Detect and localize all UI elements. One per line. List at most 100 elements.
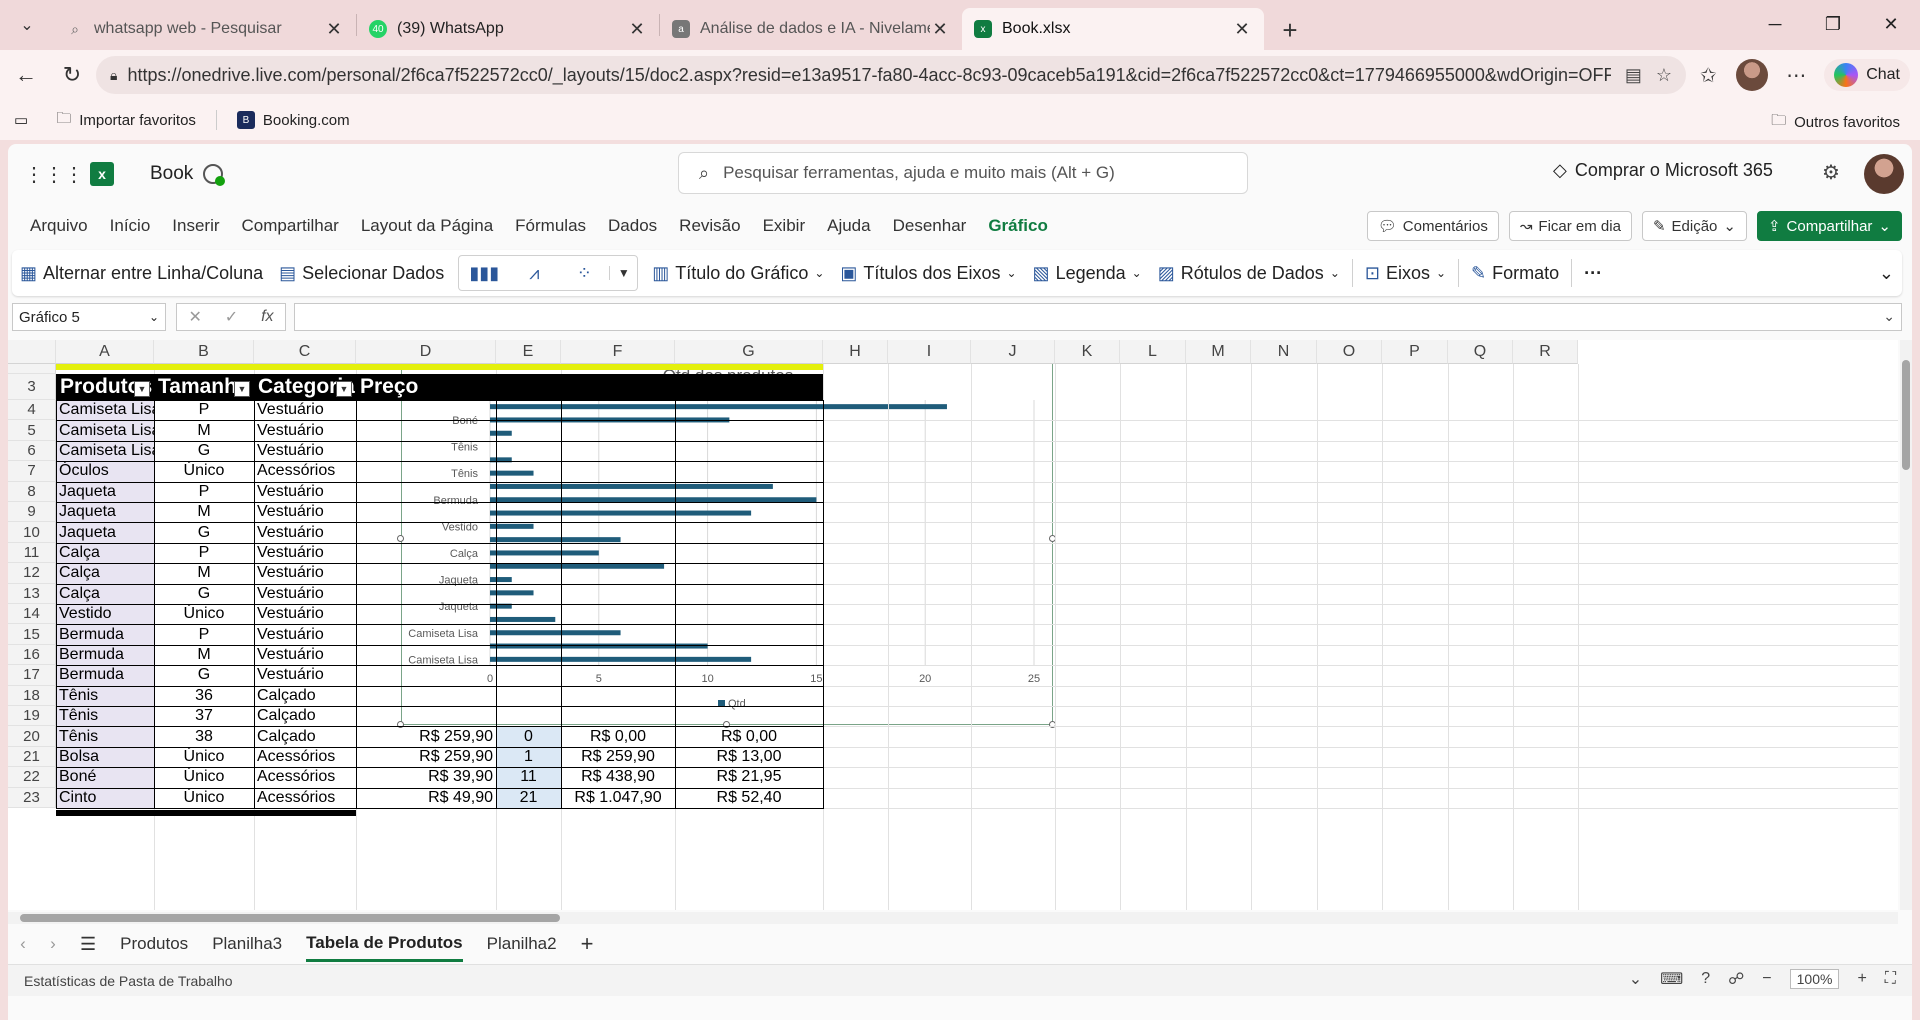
- table-cell[interactable]: M: [154, 420, 254, 440]
- gear-icon[interactable]: ⚙: [1822, 160, 1840, 185]
- table-cell[interactable]: Jaqueta: [56, 522, 154, 543]
- browser-tab-search[interactable]: ⌕ whatsapp web - Pesquisar ✕: [54, 8, 356, 50]
- function-icon[interactable]: fx: [261, 308, 273, 326]
- spreadsheet-grid[interactable]: Qtd dos produtos0510152025Camiseta LisaC…: [8, 340, 1898, 910]
- table-cell[interactable]: R$ 0,00: [675, 726, 823, 746]
- column-header[interactable]: E: [496, 340, 561, 364]
- favorite-star-icon[interactable]: ☆: [1656, 65, 1672, 86]
- scroll-thumb[interactable]: [20, 914, 560, 922]
- table-cell[interactable]: R$ 39,90: [356, 767, 496, 787]
- share-button[interactable]: ⇪ Compartilhar ⌄: [1756, 211, 1902, 241]
- tab-actions-icon[interactable]: ▭: [14, 111, 28, 129]
- resize-handle[interactable]: [397, 534, 404, 542]
- chevron-down-icon[interactable]: ⌄: [1629, 969, 1642, 989]
- table-cell[interactable]: Único: [154, 461, 254, 481]
- more-options-button[interactable]: ···: [1576, 263, 1610, 284]
- table-cell[interactable]: G: [154, 665, 254, 685]
- column-header[interactable]: O: [1317, 340, 1382, 364]
- all-sheets-icon[interactable]: ☰: [80, 934, 96, 955]
- table-cell[interactable]: P: [154, 482, 254, 502]
- table-cell[interactable]: Vestuário: [254, 604, 356, 624]
- column-header[interactable]: I: [888, 340, 971, 364]
- chart-title-button[interactable]: ▥ Título do Gráfico ⌄: [644, 263, 832, 284]
- row-header[interactable]: 18: [8, 685, 56, 706]
- tab-actions-menu-icon[interactable]: ⌄: [6, 6, 48, 44]
- column-header[interactable]: F: [561, 340, 675, 364]
- sheet-tab[interactable]: Planilha3: [212, 928, 282, 960]
- row-header[interactable]: 19: [8, 706, 56, 727]
- row-header[interactable]: 6: [8, 440, 56, 462]
- profile-avatar[interactable]: [1736, 59, 1769, 91]
- table-cell[interactable]: Único: [154, 788, 254, 808]
- table-cell[interactable]: Acessórios: [254, 788, 356, 808]
- table-cell[interactable]: Jaqueta: [56, 481, 154, 502]
- table-cell[interactable]: Bermuda: [56, 624, 154, 645]
- cancel-icon[interactable]: ✕: [188, 307, 201, 327]
- favorites-icon[interactable]: ✩: [1694, 63, 1722, 88]
- import-favorites-link[interactable]: 🗀 Importar favoritos: [56, 108, 196, 133]
- excel-logo-icon[interactable]: x: [90, 162, 114, 186]
- menu-item[interactable]: Revisão: [679, 216, 740, 236]
- table-cell[interactable]: R$ 1.047,90: [561, 788, 675, 808]
- table-cell[interactable]: R$ 21,95: [675, 767, 823, 787]
- table-header-cell[interactable]: Produtos ▼: [56, 374, 154, 400]
- data-labels-button[interactable]: ▨ Rótulos de Dados ⌄: [1150, 263, 1348, 284]
- table-cell[interactable]: 36: [154, 686, 254, 706]
- table-cell[interactable]: G: [154, 584, 254, 604]
- editing-button[interactable]: ✎ Edição ⌄: [1641, 211, 1747, 241]
- table-cell[interactable]: 37: [154, 706, 254, 726]
- help-icon[interactable]: ?: [1701, 970, 1710, 988]
- new-tab-icon[interactable]: +: [1270, 10, 1310, 50]
- table-cell[interactable]: Calçado: [254, 726, 356, 746]
- filter-dropdown-icon[interactable]: ▼: [336, 381, 352, 397]
- sheet-tab[interactable]: Produtos: [120, 928, 188, 960]
- table-cell[interactable]: R$ 259,90: [356, 747, 496, 767]
- table-cell[interactable]: G: [154, 441, 254, 461]
- table-cell[interactable]: Acessórios: [254, 767, 356, 787]
- axis-titles-button[interactable]: ▣ Títulos dos Eixos ⌄: [832, 263, 1024, 284]
- keyboard-icon[interactable]: ⌨: [1660, 969, 1683, 989]
- table-cell[interactable]: Calçado: [254, 686, 356, 706]
- table-cell[interactable]: M: [154, 502, 254, 522]
- row-header[interactable]: 23: [8, 787, 56, 808]
- table-header-cell[interactable]: Tamanho ▼: [154, 374, 254, 400]
- row-header[interactable]: 13: [8, 583, 56, 604]
- menu-item[interactable]: Layout da Página: [361, 216, 493, 236]
- booking-link[interactable]: B Booking.com: [236, 111, 350, 129]
- table-cell[interactable]: G: [154, 522, 254, 542]
- next-sheet-icon[interactable]: ›: [38, 934, 68, 954]
- menu-item[interactable]: Arquivo: [30, 216, 88, 236]
- table-cell[interactable]: Camiseta Lisa: [56, 440, 154, 462]
- reading-view-icon[interactable]: ▤: [1625, 65, 1642, 86]
- row-header[interactable]: 5: [8, 420, 56, 441]
- table-cell[interactable]: Bolsa: [56, 746, 154, 768]
- column-header[interactable]: B: [154, 340, 254, 364]
- table-cell[interactable]: P: [154, 624, 254, 644]
- buy-microsoft365-link[interactable]: ◇ Comprar o Microsoft 365: [1553, 160, 1773, 181]
- name-box[interactable]: Gráfico 5 ⌄: [12, 303, 166, 331]
- fullscreen-icon[interactable]: ⛶: [1885, 970, 1896, 988]
- catchup-button[interactable]: ↝ Ficar em dia: [1508, 211, 1632, 241]
- table-cell[interactable]: Vestuário: [254, 624, 356, 644]
- prev-sheet-icon[interactable]: ‹: [8, 934, 38, 954]
- menu-item[interactable]: Gráfico: [988, 216, 1048, 236]
- switch-row-column-button[interactable]: ▦ Alternar entre Linha/Coluna: [12, 263, 271, 284]
- table-cell[interactable]: Boné: [56, 767, 154, 788]
- row-header[interactable]: 12: [8, 563, 56, 584]
- add-sheet-icon[interactable]: +: [581, 931, 594, 957]
- line-chart-icon[interactable]: ⩘: [509, 263, 559, 284]
- table-cell[interactable]: Vestuário: [254, 584, 356, 604]
- table-cell[interactable]: Camiseta Lisa: [56, 420, 154, 441]
- table-cell[interactable]: Acessórios: [254, 461, 356, 481]
- table-cell[interactable]: R$ 52,40: [675, 788, 823, 808]
- table-cell[interactable]: R$ 259,90: [561, 747, 675, 767]
- vertical-scrollbar[interactable]: [1900, 340, 1912, 910]
- document-name[interactable]: Book: [150, 163, 193, 185]
- select-data-button[interactable]: ▤ Selecionar Dados: [271, 263, 452, 284]
- row-header[interactable]: 20: [8, 726, 56, 747]
- row-header[interactable]: 15: [8, 624, 56, 645]
- table-cell[interactable]: Vestuário: [254, 502, 356, 522]
- close-tab-icon[interactable]: ✕: [930, 19, 950, 40]
- formula-input[interactable]: ⌄: [294, 303, 1902, 331]
- back-icon[interactable]: ←: [6, 55, 46, 95]
